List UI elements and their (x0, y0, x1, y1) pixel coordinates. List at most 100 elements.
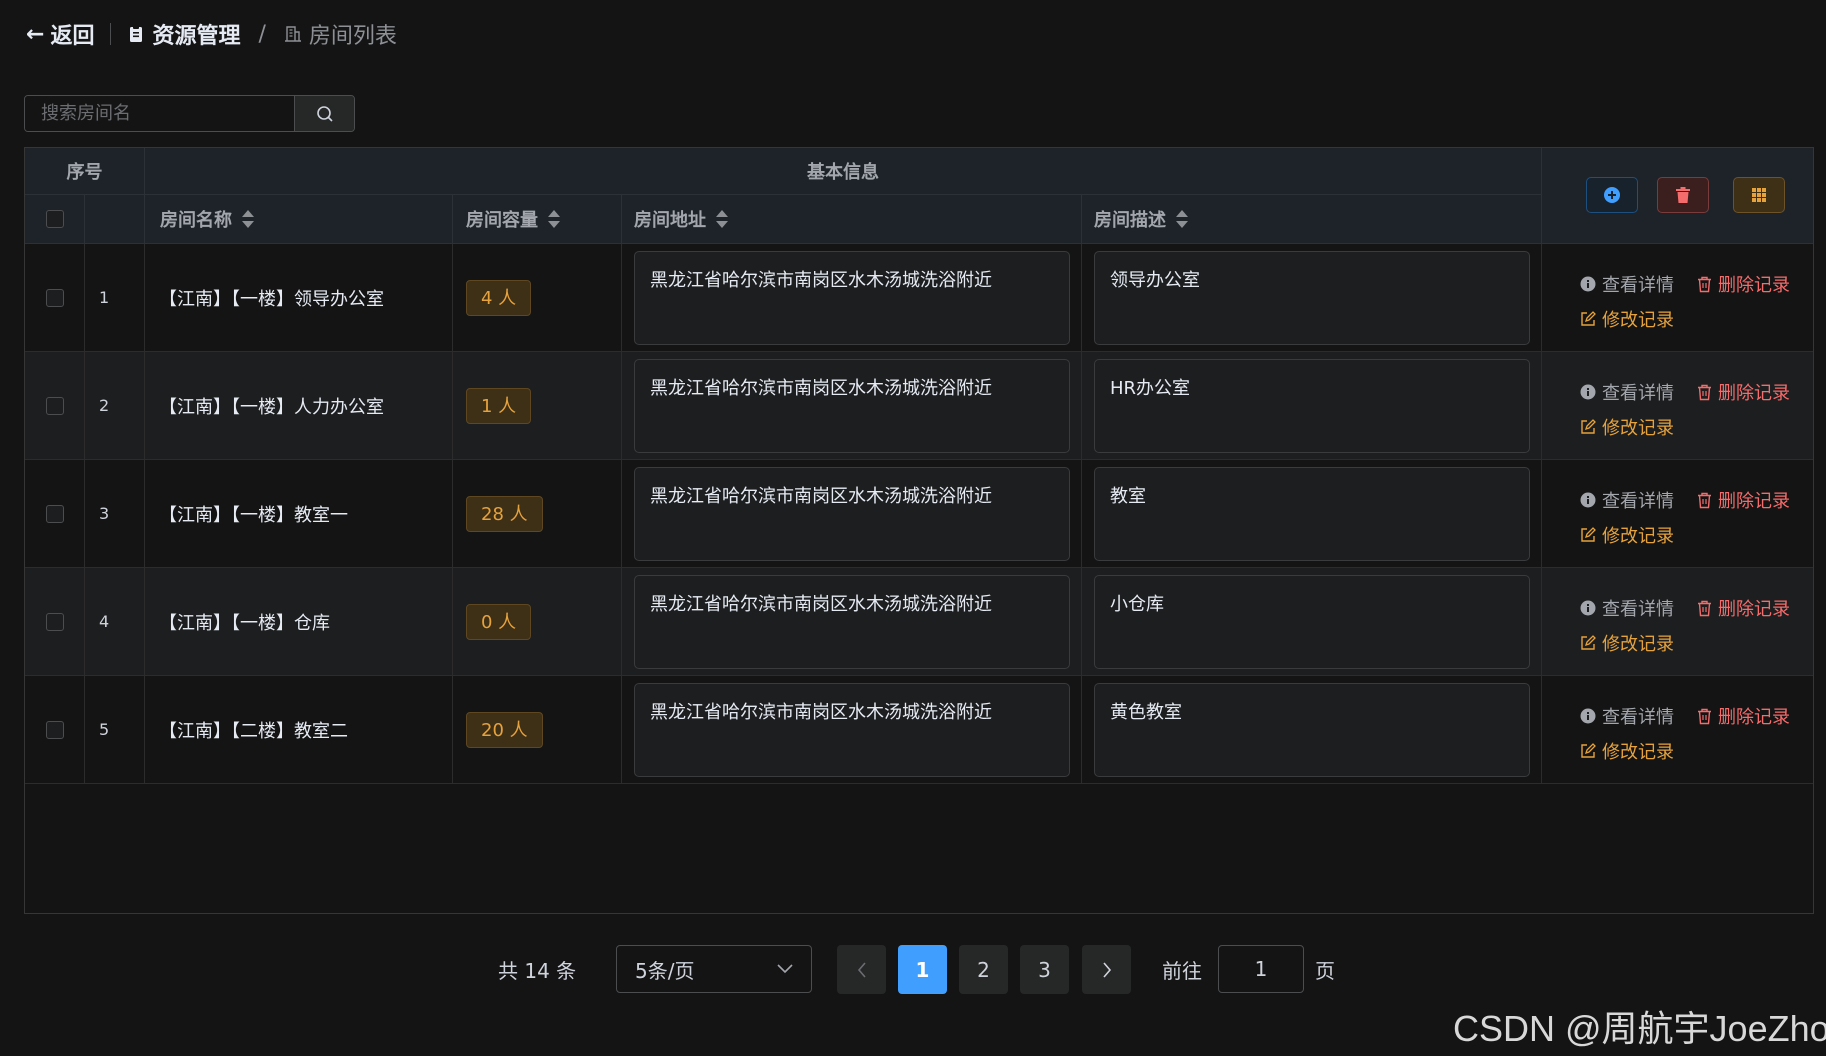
room-table: 序号 基本信息 房间名称 房间容量 房间地址 房间描述 1 【江南】【一楼】领导… (24, 147, 1814, 914)
info-icon (1580, 600, 1596, 616)
table-row: 1 【江南】【一楼】领导办公室 4 人 黑龙江省哈尔滨市南岗区水木汤城洗浴附近 … (25, 244, 1813, 352)
edit-record-label: 修改记录 (1602, 526, 1674, 547)
header-room-capacity[interactable]: 房间容量 (453, 195, 622, 244)
next-page-button[interactable] (1082, 945, 1131, 994)
edit-record-label: 修改记录 (1602, 418, 1674, 439)
row-capacity-cell: 28 人 (453, 460, 622, 567)
search-input[interactable] (25, 96, 295, 131)
capacity-badge: 4 人 (466, 279, 532, 316)
row-checkbox[interactable] (45, 720, 64, 739)
row-checkbox[interactable] (45, 612, 64, 631)
view-details-button[interactable]: 查看详情 (1580, 379, 1674, 405)
select-all-checkbox[interactable] (45, 210, 64, 228)
sort-icon[interactable] (242, 209, 254, 229)
batch-delete-button[interactable] (1657, 177, 1709, 213)
edit-record-button[interactable]: 修改记录 (1580, 738, 1674, 764)
header-select-all (25, 195, 85, 244)
row-index: 2 (99, 396, 110, 415)
row-select-cell (25, 244, 85, 351)
header-room-address[interactable]: 房间地址 (622, 195, 1082, 244)
page-suffix-text: 页 (1315, 958, 1335, 983)
row-description-cell: 黄色教室 (1082, 676, 1542, 783)
info-icon (1580, 492, 1596, 508)
sort-icon[interactable] (548, 209, 560, 229)
header-basic-info-label: 基本信息 (807, 162, 879, 183)
prev-page-button[interactable] (837, 945, 886, 994)
row-select-cell (25, 352, 85, 459)
view-details-button[interactable]: 查看详情 (1580, 703, 1674, 729)
header-room-description[interactable]: 房间描述 (1082, 195, 1542, 244)
trash-icon (1697, 384, 1712, 401)
header-room-description-label: 房间描述 (1094, 210, 1166, 231)
edit-record-button[interactable]: 修改记录 (1580, 522, 1674, 548)
header-divider (110, 23, 112, 45)
sort-icon[interactable] (1176, 209, 1188, 229)
edit-record-label: 修改记录 (1602, 742, 1674, 763)
row-description-cell: 小仓库 (1082, 568, 1542, 675)
page-2-button[interactable]: 2 (959, 945, 1008, 994)
room-name: 【江南】【一楼】教室一 (159, 504, 348, 526)
total-count: 共 14 条 (498, 958, 577, 983)
column-settings-button[interactable] (1733, 177, 1785, 213)
row-address-cell: 黑龙江省哈尔滨市南岗区水木汤城洗浴附近 (622, 352, 1082, 459)
row-checkbox[interactable] (45, 288, 64, 307)
delete-record-button[interactable]: 删除记录 (1697, 271, 1790, 297)
header-basic-info: 基本信息 (145, 148, 1542, 195)
capacity-badge: 1 人 (466, 387, 532, 424)
chevron-down-icon (777, 964, 793, 974)
info-icon (1580, 384, 1596, 400)
sort-icon[interactable] (716, 209, 728, 229)
page-3-button[interactable]: 3 (1020, 945, 1069, 994)
delete-record-button[interactable]: 删除记录 (1697, 379, 1790, 405)
address-text: 黑龙江省哈尔滨市南岗区水木汤城洗浴附近 (634, 251, 1070, 345)
delete-record-button[interactable]: 删除记录 (1697, 595, 1790, 621)
view-details-label: 查看详情 (1602, 491, 1674, 512)
row-index-cell: 3 (85, 460, 145, 567)
header-room-address-label: 房间地址 (634, 210, 706, 231)
table-row: 5 【江南】【二楼】教室二 20 人 黑龙江省哈尔滨市南岗区水木汤城洗浴附近 黄… (25, 676, 1813, 784)
clipboard-icon (130, 26, 143, 42)
view-details-button[interactable]: 查看详情 (1580, 271, 1674, 297)
goto-page-input[interactable] (1218, 945, 1304, 993)
edit-record-label: 修改记录 (1602, 310, 1674, 331)
watermark: CSDN @周航宇JoeZhou (1453, 1008, 1826, 1049)
trash-icon (1697, 492, 1712, 509)
capacity-badge: 0 人 (466, 603, 532, 640)
page-1-button[interactable]: 1 (898, 945, 947, 994)
row-name-cell: 【江南】【一楼】仓库 (145, 568, 453, 675)
row-index: 4 (99, 612, 110, 631)
page-number: 3 (1038, 957, 1051, 982)
row-select-cell (25, 568, 85, 675)
edit-record-button[interactable]: 修改记录 (1580, 414, 1674, 440)
chevron-left-icon (857, 961, 866, 978)
row-index: 1 (99, 288, 110, 307)
delete-record-label: 删除记录 (1718, 491, 1790, 512)
edit-record-button[interactable]: 修改记录 (1580, 306, 1674, 332)
row-index-cell: 1 (85, 244, 145, 351)
description-text: 教室 (1094, 467, 1530, 561)
header-room-name-label: 房间名称 (160, 210, 232, 231)
edit-record-button[interactable]: 修改记录 (1580, 630, 1674, 656)
delete-record-button[interactable]: 删除记录 (1697, 703, 1790, 729)
row-address-cell: 黑龙江省哈尔滨市南岗区水木汤城洗浴附近 (622, 568, 1082, 675)
search-button[interactable] (295, 96, 354, 131)
page-size-select[interactable]: 5条/页 (616, 945, 812, 993)
view-details-button[interactable]: 查看详情 (1580, 595, 1674, 621)
view-details-button[interactable]: 查看详情 (1580, 487, 1674, 513)
back-button[interactable]: ← 返回 (26, 18, 94, 50)
info-icon (1580, 276, 1596, 292)
search-icon (316, 105, 333, 122)
row-checkbox[interactable] (45, 504, 64, 523)
table-row: 2 【江南】【一楼】人力办公室 1 人 黑龙江省哈尔滨市南岗区水木汤城洗浴附近 … (25, 352, 1813, 460)
row-checkbox[interactable] (45, 396, 64, 415)
room-name: 【江南】【二楼】教室二 (159, 720, 348, 742)
room-name: 【江南】【一楼】仓库 (159, 612, 330, 634)
delete-record-label: 删除记录 (1718, 275, 1790, 296)
address-text: 黑龙江省哈尔滨市南岗区水木汤城洗浴附近 (634, 359, 1070, 453)
back-label: 返回 (50, 24, 95, 49)
header-room-name[interactable]: 房间名称 (145, 195, 453, 244)
table-row: 3 【江南】【一楼】教室一 28 人 黑龙江省哈尔滨市南岗区水木汤城洗浴附近 教… (25, 460, 1813, 568)
delete-record-button[interactable]: 删除记录 (1697, 487, 1790, 513)
breadcrumb-resource-management[interactable]: 资源管理 (127, 18, 240, 50)
add-button[interactable] (1586, 177, 1638, 213)
